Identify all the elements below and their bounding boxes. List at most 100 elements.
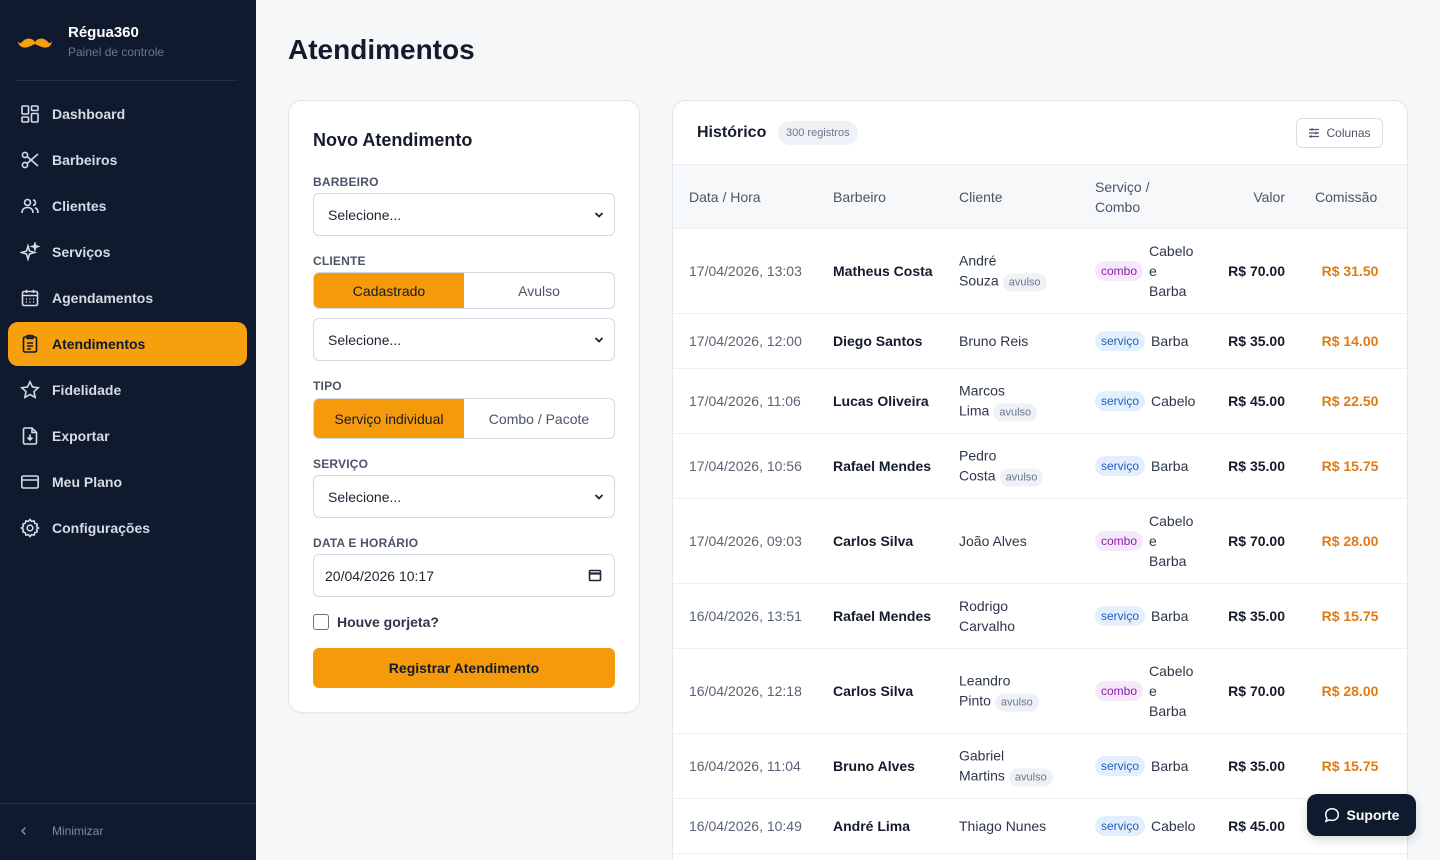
- column-header-barbeiro[interactable]: Barbeiro: [833, 187, 886, 207]
- columns-button[interactable]: Colunas: [1296, 118, 1383, 148]
- table-row[interactable]: 16/04/2026, 13:51 Rafael Mendes Rodrigo …: [673, 584, 1407, 649]
- datetime-input[interactable]: 20/04/2026 10:17: [313, 554, 615, 597]
- sidebar-item-configuracoes[interactable]: Configurações: [8, 506, 247, 550]
- history-card: Histórico 300 registros Colunas Data / H…: [672, 100, 1408, 860]
- row-client: Marcos Lima avulso: [959, 381, 1059, 422]
- client-name-line: Lima: [959, 402, 990, 419]
- client-name-line: Gabriel: [959, 747, 1005, 764]
- row-service: serviço Cabelo: [1095, 816, 1199, 836]
- table-row[interactable]: 16/04/2026, 10:49 André Lima Thiago Nune…: [673, 799, 1407, 854]
- minimize-label: Minimizar: [52, 824, 104, 838]
- row-commission: R$ 28.00: [1321, 683, 1379, 699]
- calendar-icon[interactable]: [588, 568, 602, 582]
- client-name-line: Costa: [959, 467, 996, 484]
- chevron-left-icon: [20, 826, 27, 836]
- client-name-line: Marcos: [959, 382, 1005, 399]
- row-date: 16/04/2026, 12:18: [689, 683, 802, 699]
- avulso-badge: avulso: [1008, 768, 1053, 787]
- new-service-form-card: Novo Atendimento BARBEIRO Selecione... C…: [288, 100, 640, 713]
- table-row[interactable]: 17/04/2026, 13:03 Matheus Costa André So…: [673, 229, 1407, 314]
- sidebar-item-label: Atendimentos: [52, 336, 146, 352]
- tipo-toggle: Serviço individual Combo / Pacote: [313, 398, 615, 439]
- client-name-line: Souza: [959, 272, 999, 289]
- sidebar-nav: Dashboard Barbeiros Clientes Serviços Ag…: [8, 92, 247, 552]
- row-barber: Lucas Oliveira: [833, 393, 929, 409]
- row-service: serviço Cabelo: [1095, 391, 1199, 411]
- row-commission: R$ 15.75: [1321, 608, 1379, 624]
- column-header-servico[interactable]: Serviço / Combo: [1095, 177, 1149, 217]
- table-header: Data / Hora Barbeiro Cliente Serviço / C…: [673, 164, 1407, 229]
- tipo-combo-option[interactable]: Combo / Pacote: [464, 399, 614, 438]
- cliente-select[interactable]: Selecione...: [313, 318, 615, 361]
- support-button[interactable]: Suporte: [1307, 794, 1416, 836]
- row-commission: R$ 15.75: [1321, 458, 1379, 474]
- row-date: 17/04/2026, 12:00: [689, 333, 802, 349]
- table-row[interactable]: 17/04/2026, 11:06 Lucas Oliveira Marcos …: [673, 369, 1407, 434]
- sidebar-item-dashboard[interactable]: Dashboard: [8, 92, 247, 136]
- gorjeta-label: Houve gorjeta?: [337, 614, 439, 630]
- servico-label: SERVIÇO: [313, 457, 369, 471]
- row-barber: Carlos Silva: [833, 533, 914, 549]
- column-header-servico-line: Combo: [1095, 199, 1141, 215]
- row-commission: R$ 31.50: [1321, 263, 1379, 279]
- column-header-valor[interactable]: Valor: [1253, 187, 1285, 207]
- table-row[interactable]: 17/04/2026, 10:56 Rafael Mendes Pedro Co…: [673, 434, 1407, 499]
- client-name-line: Rodrigo: [959, 598, 1009, 614]
- service-name-line: Barba: [1149, 283, 1187, 299]
- row-value: R$ 70.00: [1228, 533, 1285, 549]
- barbeiro-select[interactable]: Selecione...: [313, 193, 615, 236]
- sliders-icon: [1309, 128, 1320, 138]
- table-row[interactable]: 16/04/2026, 11:04 Bruno Alves Gabriel Ma…: [673, 734, 1407, 799]
- column-header-cliente[interactable]: Cliente: [959, 187, 1003, 207]
- row-client: Thiago Nunes: [959, 816, 1059, 836]
- combo-tag: combo: [1095, 261, 1144, 281]
- service-name-line: Cabelo: [1149, 513, 1194, 529]
- minimize-button[interactable]: Minimizar: [18, 824, 103, 838]
- service-name-line: Cabelo: [1151, 393, 1196, 409]
- mustache-logo-icon: [18, 38, 52, 48]
- cliente-cadastrado-option[interactable]: Cadastrado: [314, 273, 464, 308]
- table-row[interactable]: 17/04/2026, 12:00 Diego Santos Bruno Rei…: [673, 314, 1407, 369]
- avulso-badge: avulso: [999, 468, 1044, 487]
- service-name-line: e: [1149, 683, 1157, 699]
- column-header-data[interactable]: Data / Hora: [689, 187, 761, 207]
- sidebar-item-agendamentos[interactable]: Agendamentos: [8, 276, 247, 320]
- chevron-down-icon: [594, 337, 604, 343]
- tipo-servico-individual-option[interactable]: Serviço individual: [314, 399, 464, 438]
- row-date: 17/04/2026, 10:56: [689, 458, 802, 474]
- column-header-comissao[interactable]: Comissão: [1315, 187, 1377, 207]
- cliente-avulso-option[interactable]: Avulso: [464, 273, 614, 308]
- row-service: combo Cabelo e Barba: [1095, 511, 1197, 571]
- sidebar-item-clientes[interactable]: Clientes: [8, 184, 247, 228]
- row-value: R$ 45.00: [1228, 818, 1285, 834]
- row-value: R$ 35.00: [1228, 458, 1285, 474]
- register-service-button[interactable]: Registrar Atendimento: [313, 648, 615, 688]
- sidebar-item-label: Serviços: [52, 244, 111, 260]
- sidebar-item-fidelidade[interactable]: Fidelidade: [8, 368, 247, 412]
- row-value: R$ 45.00: [1228, 393, 1285, 409]
- data-horario-label: DATA E HORÁRIO: [313, 536, 419, 550]
- sidebar-item-atendimentos[interactable]: Atendimentos: [8, 322, 247, 366]
- sidebar-item-exportar[interactable]: Exportar: [8, 414, 247, 458]
- service-name-line: Barba: [1149, 703, 1187, 719]
- sidebar-item-meu-plano[interactable]: Meu Plano: [8, 460, 247, 504]
- table-row[interactable]: 16/04/2026, 12:18 Carlos Silva Leandro P…: [673, 649, 1407, 734]
- row-service: serviço Barba: [1095, 606, 1199, 626]
- servico-select[interactable]: Selecione...: [313, 475, 615, 518]
- row-date: 17/04/2026, 11:06: [689, 393, 801, 409]
- brand-name: Régua360: [68, 24, 139, 41]
- client-name-line: Thiago Nunes: [959, 818, 1047, 834]
- calendar-icon: [21, 289, 39, 307]
- sidebar-item-barbeiros[interactable]: Barbeiros: [8, 138, 247, 182]
- row-barber: Diego Santos: [833, 333, 923, 349]
- tipo-label: TIPO: [313, 379, 342, 393]
- service-name-line: Barba: [1151, 608, 1189, 624]
- cliente-type-toggle: Cadastrado Avulso: [313, 272, 615, 309]
- gorjeta-checkbox[interactable]: [313, 614, 329, 630]
- table-row[interactable]: 17/04/2026, 09:03 Carlos Silva João Alve…: [673, 499, 1407, 584]
- row-service: serviço Barba: [1095, 331, 1199, 351]
- sidebar-item-servicos[interactable]: Serviços: [8, 230, 247, 274]
- gear-icon: [20, 518, 40, 538]
- row-client: João Alves: [959, 531, 1059, 551]
- divider: [0, 803, 256, 804]
